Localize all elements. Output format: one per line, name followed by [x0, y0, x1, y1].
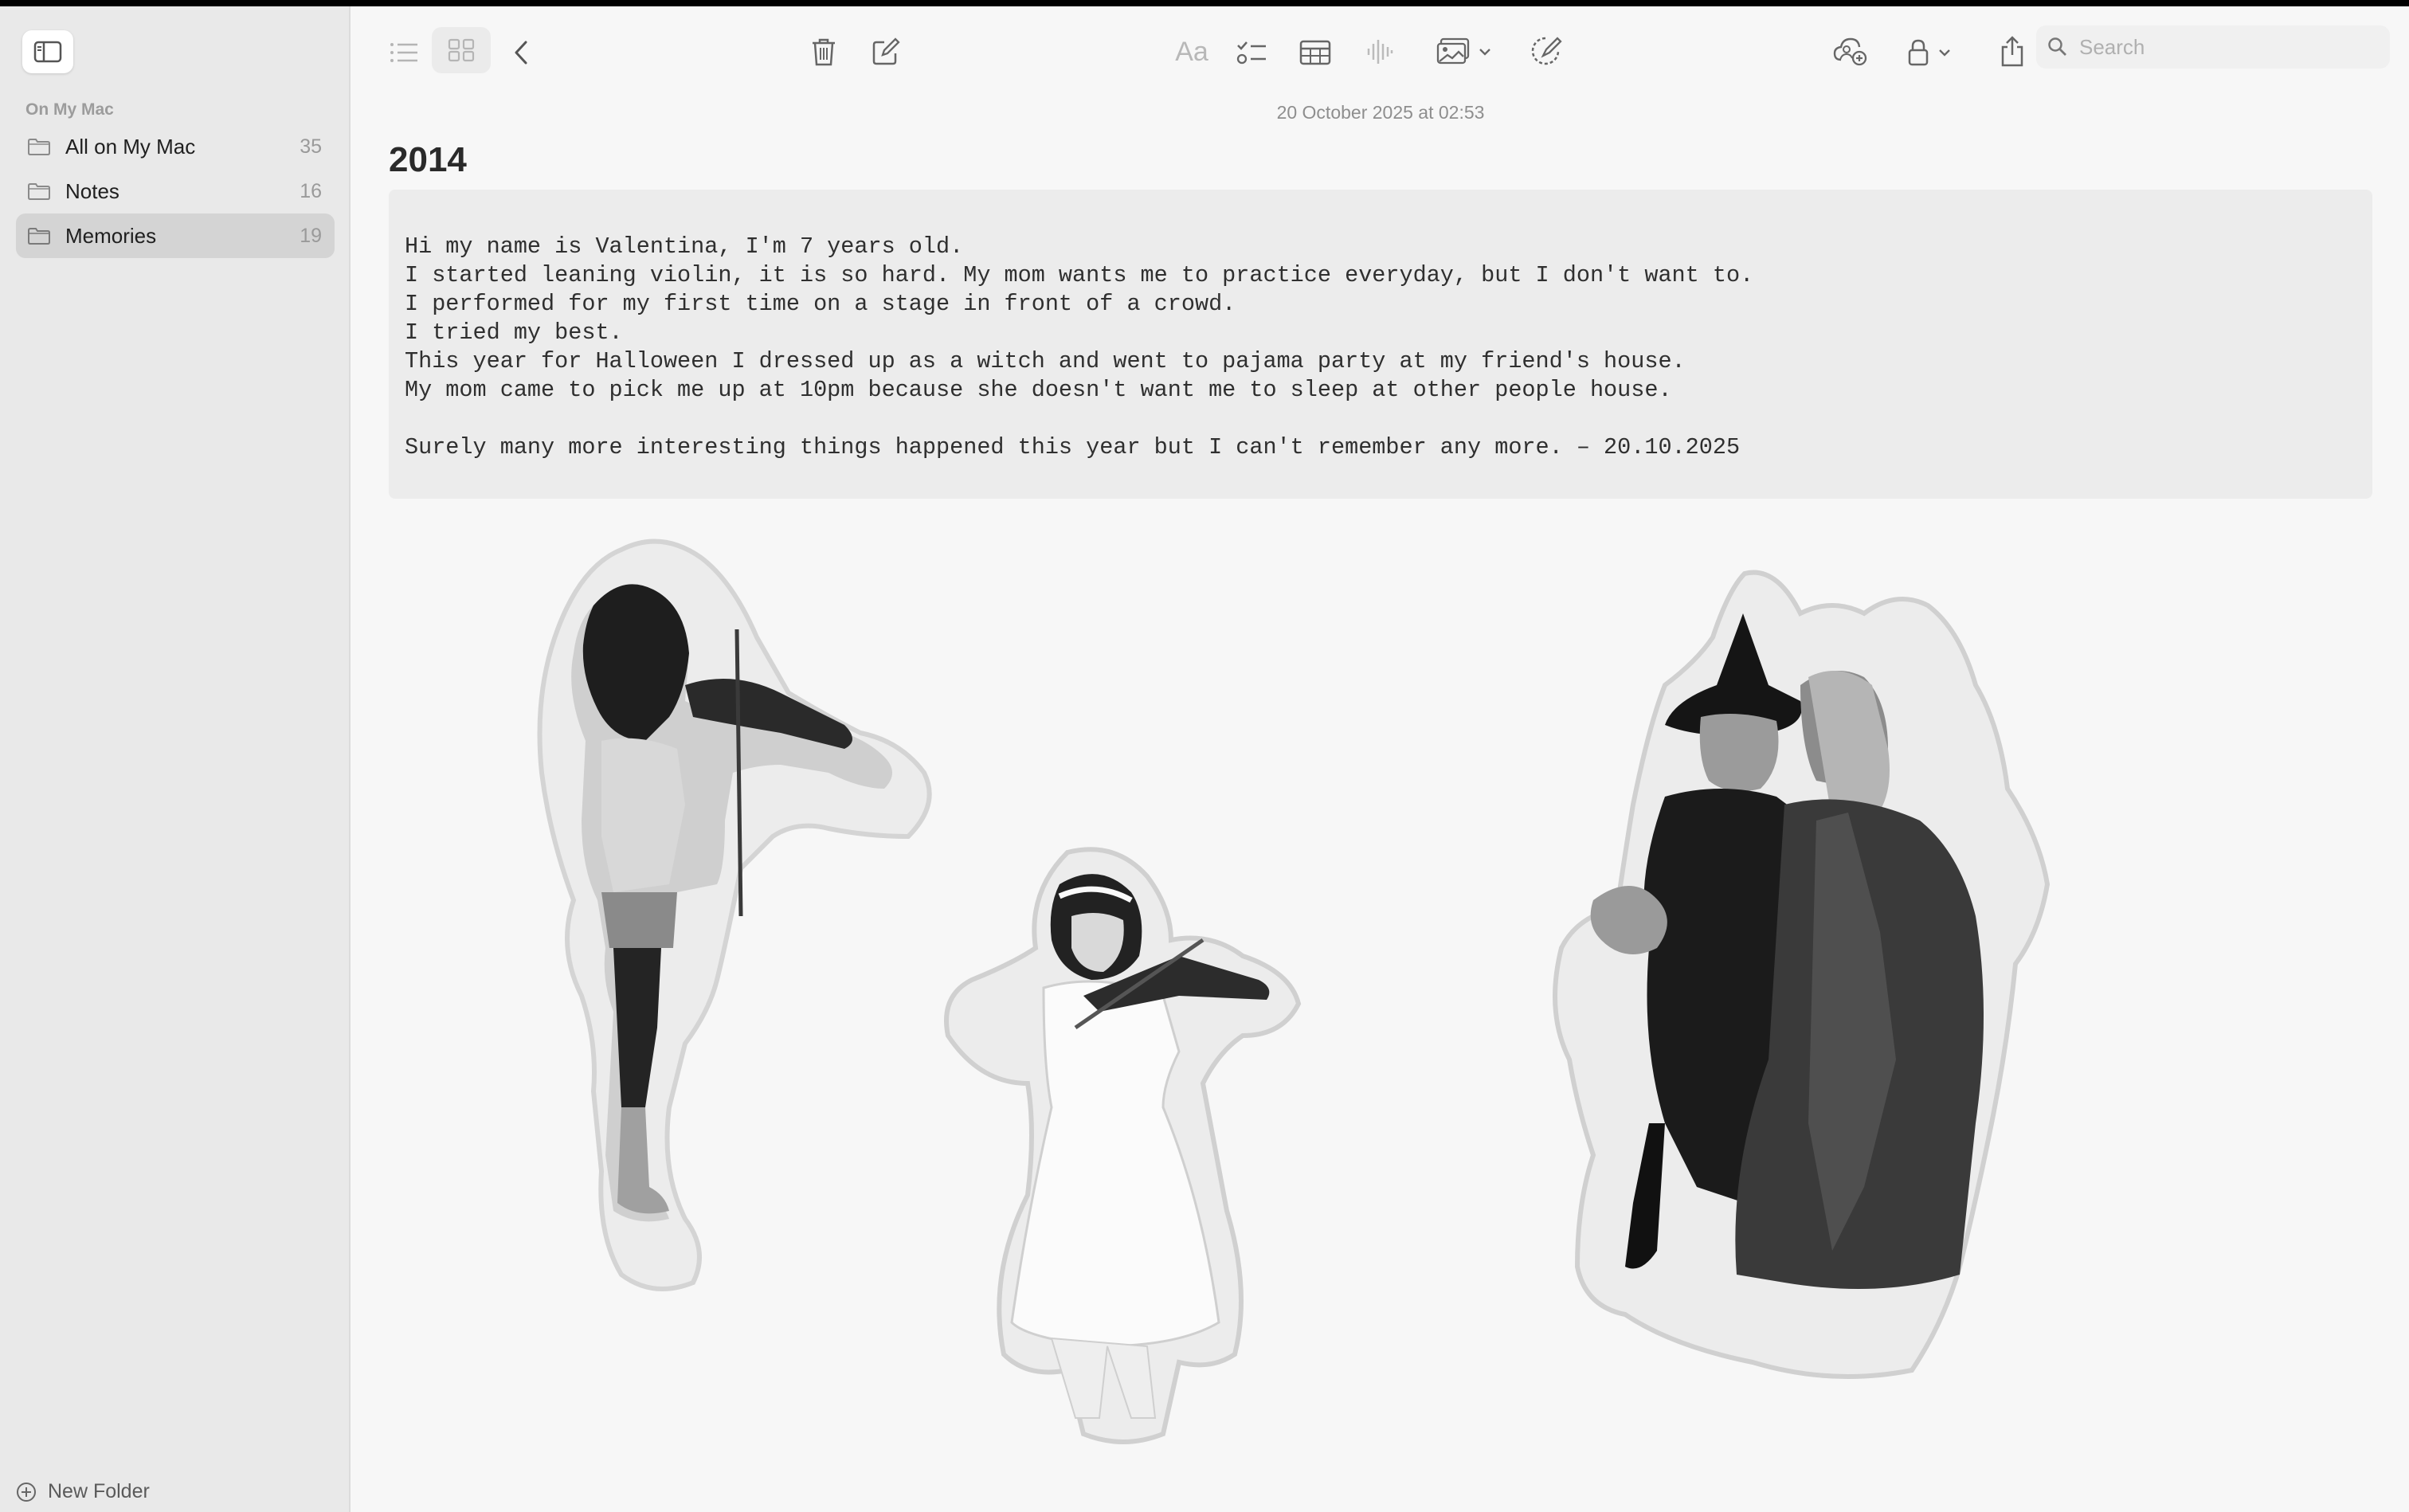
trash-icon: [813, 38, 835, 66]
collaborate-button[interactable]: [1831, 32, 1870, 72]
media-icon: [1436, 37, 1470, 65]
sidebar-item-memories[interactable]: Memories 19: [16, 213, 335, 258]
chevron-down-icon: [1939, 49, 1950, 57]
folder-count: 35: [300, 135, 322, 158]
screen-top-edge: [0, 0, 2409, 6]
search-field[interactable]: [2036, 25, 2390, 69]
folder-label: Memories: [65, 223, 157, 248]
format-text-button[interactable]: Aa: [1168, 33, 1216, 70]
folder-label: All on My Mac: [65, 134, 196, 159]
search-icon: [2048, 37, 2066, 56]
list-view-button[interactable]: [384, 35, 424, 70]
girl-playing-violin-sticker[interactable]: [526, 534, 940, 1330]
lock-icon: [1908, 39, 1929, 66]
folder-icon: [28, 183, 50, 200]
chevron-down-icon: [1479, 49, 1490, 56]
sidebar-toggle-button[interactable]: [22, 30, 73, 73]
new-folder-label: New Folder: [48, 1480, 150, 1502]
search-input[interactable]: [2078, 33, 2368, 61]
folder-count: 19: [300, 224, 322, 247]
sidebar: On My Mac All on My Mac 35 Notes 16 Memo…: [0, 6, 351, 1512]
halloween-witch-costume-sticker[interactable]: [1545, 566, 2055, 1386]
share-button[interactable]: [1995, 32, 2030, 72]
folder-icon: [28, 228, 50, 245]
folder-icon: [28, 139, 50, 155]
share-icon: [2001, 36, 2023, 67]
compose-icon: [872, 37, 900, 65]
checklist-button[interactable]: [1233, 35, 1270, 70]
format-text-icon: Aa: [1175, 36, 1208, 67]
media-menu-button[interactable]: [1432, 33, 1496, 70]
sidebar-item-notes[interactable]: Notes 16: [16, 169, 335, 213]
girl-in-white-dress-violin-sticker[interactable]: [940, 844, 1306, 1450]
back-chevron-icon: [515, 41, 527, 65]
checklist-icon: [1236, 41, 1266, 65]
sidebar-item-all-on-my-mac[interactable]: All on My Mac 35: [16, 124, 335, 169]
table-icon: [1299, 40, 1331, 65]
folder-label: Notes: [65, 178, 119, 203]
delete-button[interactable]: [806, 32, 841, 72]
list-view-icon: [390, 43, 417, 62]
folder-count: 16: [300, 179, 322, 202]
sidebar-toggle-icon: [33, 41, 62, 63]
gallery-view-button[interactable]: [432, 27, 491, 73]
lock-menu-button[interactable]: [1898, 33, 1961, 72]
audio-recording-button[interactable]: [1364, 33, 1396, 70]
new-folder-button[interactable]: New Folder: [16, 1480, 150, 1503]
writing-tools-button[interactable]: [1526, 32, 1565, 70]
audio-waveform-icon: [1367, 40, 1393, 64]
back-button[interactable]: [507, 35, 535, 70]
compose-button[interactable]: [868, 32, 903, 72]
gallery-view-icon: [448, 38, 475, 62]
writing-tools-icon: [1531, 37, 1562, 65]
plus-circle-icon: [17, 1482, 36, 1502]
table-button[interactable]: [1297, 35, 1334, 70]
collaborate-icon: [1833, 37, 1867, 66]
section-label-on-my-mac: On My Mac: [25, 100, 114, 119]
